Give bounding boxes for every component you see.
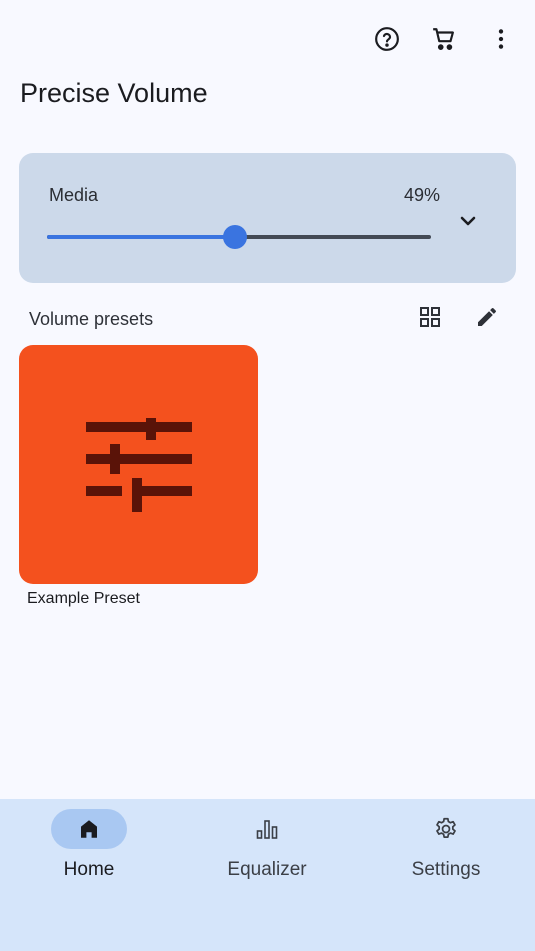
home-icon [81,820,97,838]
help-icon[interactable] [370,22,404,56]
media-volume-card: Media 49% [19,153,516,283]
page-title: Precise Volume [20,78,208,108]
nav-label-equalizer: Equalizer [227,859,307,880]
nav-item-equalizer[interactable]: Equalizer [178,799,356,899]
cart-icon[interactable] [427,22,461,56]
nav-label-home: Home [63,859,115,880]
preset-name: Example Preset [27,590,140,607]
nav-label-settings: Settings [411,859,481,880]
slider-thumb[interactable] [223,225,248,249]
preset-card-example[interactable] [19,345,258,584]
nav-active-indicator [51,809,127,849]
edit-icon[interactable] [471,301,503,333]
volume-slider[interactable] [47,225,431,249]
slider-active-track [47,235,236,239]
nav-item-settings[interactable]: Settings [357,799,535,899]
chevron-down-icon[interactable] [452,205,484,237]
tune-icon [85,417,192,512]
presets-section-label: Volume presets [29,309,154,329]
bottom-navigation: Home Equalizer Settings [0,799,535,951]
top-app-bar [0,0,535,78]
grid-view-icon[interactable] [414,301,446,333]
volume-stream-label: Media [49,185,99,205]
settings-icon [408,809,484,849]
volume-percent: 49% [403,185,440,205]
nav-item-home[interactable]: Home [0,799,178,899]
more-vert-icon[interactable] [484,22,518,56]
equalizer-icon [229,809,305,849]
